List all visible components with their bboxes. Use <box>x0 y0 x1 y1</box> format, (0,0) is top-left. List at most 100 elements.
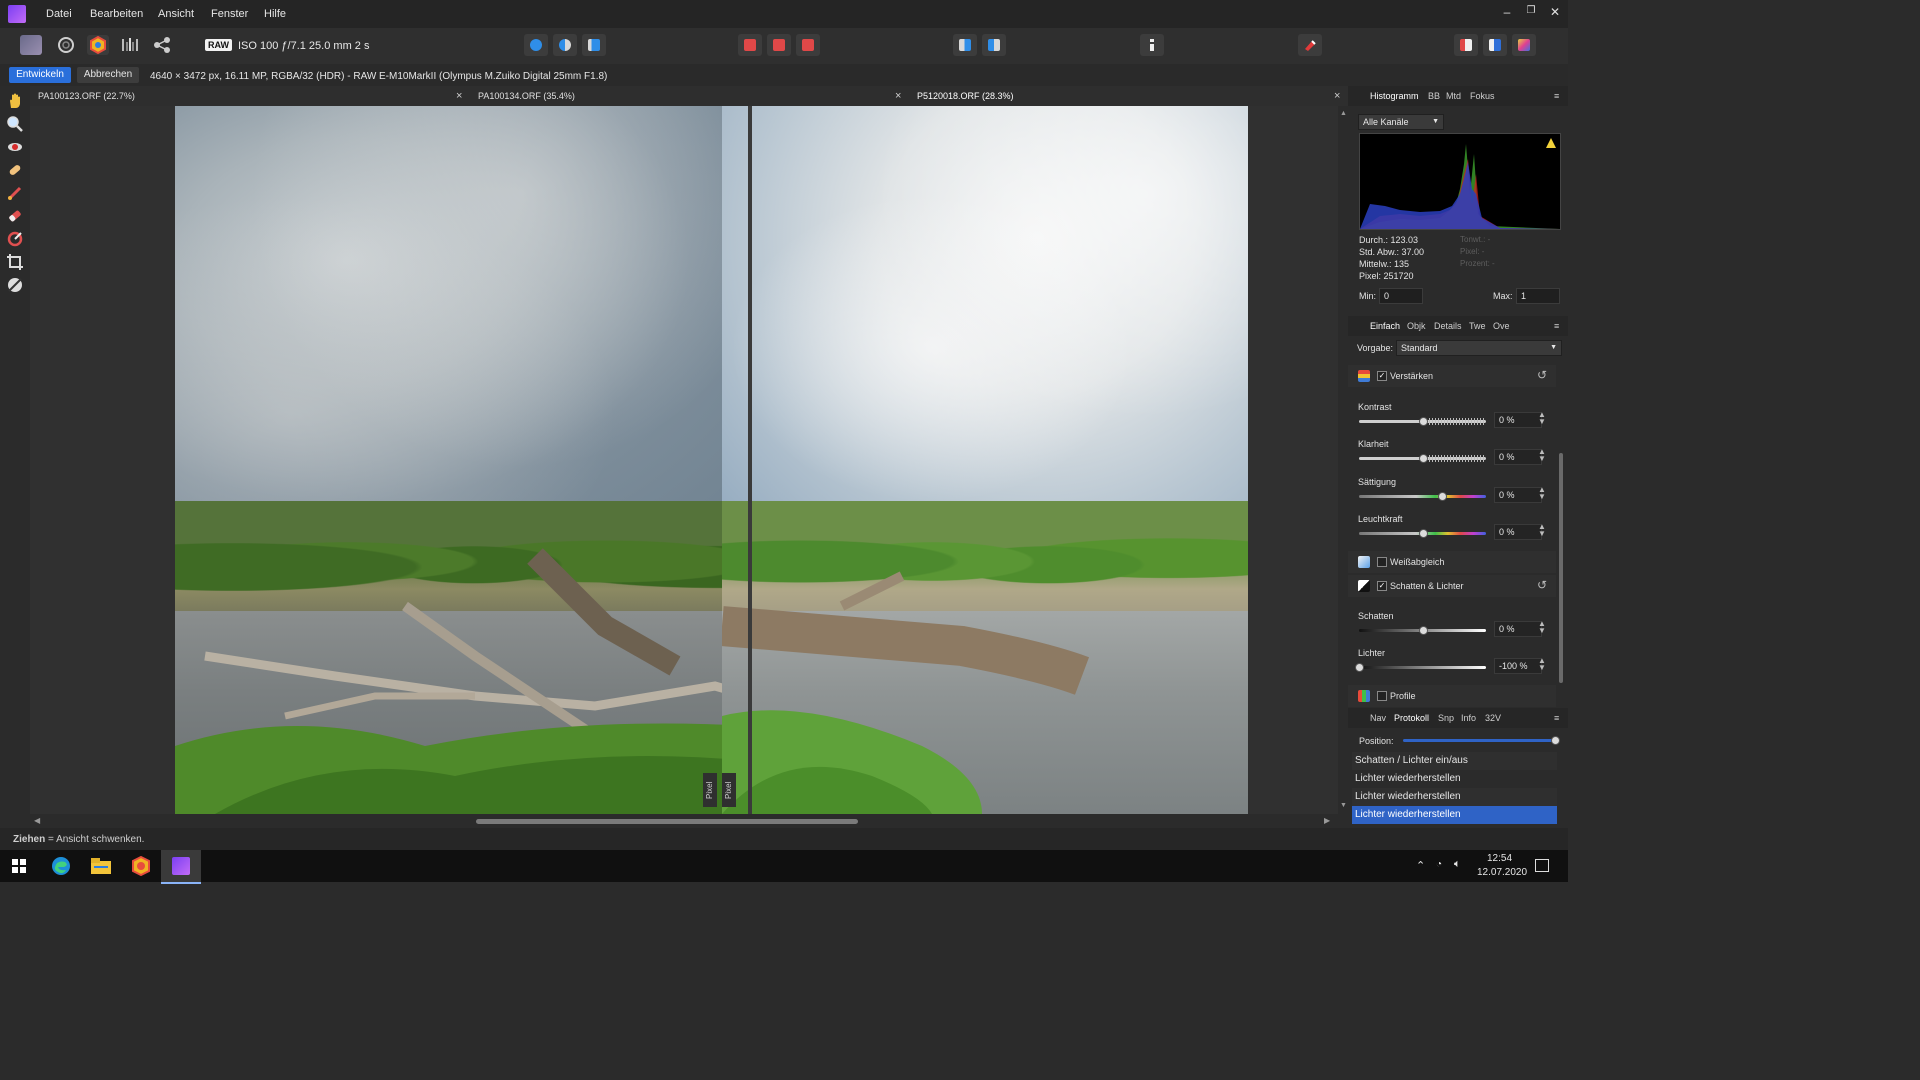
cancel-button[interactable]: Abbrechen <box>77 67 139 83</box>
panel-menu-icon[interactable]: ≡ <box>1554 321 1559 331</box>
clock-time[interactable]: 12:54 <box>1487 853 1512 864</box>
photo-before[interactable] <box>175 106 750 814</box>
photo-persona-icon[interactable] <box>20 35 42 55</box>
contrast-slider-knob[interactable] <box>1418 417 1428 426</box>
hand-tool-icon[interactable] <box>6 92 24 110</box>
affinity-photo-beta-taskbar-icon[interactable] <box>161 850 201 884</box>
shadows-value-input[interactable]: 0 % <box>1494 621 1542 637</box>
tab-protokoll[interactable]: Protokoll <box>1394 713 1429 723</box>
tab-details[interactable]: Details <box>1434 321 1462 331</box>
tab-objk[interactable]: Objk <box>1407 321 1426 331</box>
minimize-button[interactable]: – <box>1499 5 1515 19</box>
develop-scroll-thumb[interactable] <box>1559 453 1563 683</box>
preset-select[interactable]: Standard ▼ <box>1396 340 1562 356</box>
snap-button[interactable] <box>982 34 1006 56</box>
tab-ove[interactable]: Ove <box>1493 321 1510 331</box>
menu-fenster[interactable]: Fenster <box>211 8 248 20</box>
clock-date[interactable]: 12.07.2020 <box>1477 867 1527 878</box>
highlights-slider[interactable] <box>1355 663 1486 672</box>
reset-icon[interactable]: ↺ <box>1537 368 1547 382</box>
white-balance-checkbox[interactable] <box>1377 557 1387 567</box>
max-input[interactable]: 1 <box>1516 288 1560 304</box>
vertical-scrollbar[interactable]: ▲ ▼ <box>1338 106 1348 814</box>
tab-close-icon[interactable]: × <box>1334 86 1340 106</box>
panel-menu-icon[interactable]: ≡ <box>1554 91 1559 101</box>
section-shadows-highlights[interactable]: ✓ Schatten & Lichter ↺ <box>1348 575 1556 597</box>
position-slider-knob[interactable] <box>1551 736 1560 745</box>
clarity-stepper-icon[interactable]: ▲ ▼ <box>1538 448 1546 463</box>
horizontal-scrollbar[interactable]: ◀ ▶ <box>30 814 1338 828</box>
shadows-stepper-icon[interactable]: ▲ ▼ <box>1538 620 1546 635</box>
view-single-button[interactable] <box>524 34 548 56</box>
horizontal-scroll-thumb[interactable] <box>476 819 858 824</box>
view-mirror-button[interactable] <box>582 34 606 56</box>
tray-chevron-icon[interactable]: ⌃ <box>1416 859 1425 872</box>
file-explorer-icon[interactable] <box>81 850 121 882</box>
tab-pa100134[interactable]: PA100134.ORF (35.4%) <box>478 86 575 106</box>
tab-p5120018[interactable]: P5120018.ORF (28.3%) <box>917 86 1014 106</box>
vibrance-value-input[interactable]: 0 % <box>1494 524 1542 540</box>
scroll-down-icon[interactable]: ▼ <box>1340 802 1347 809</box>
network-icon[interactable]: ◔ <box>1436 859 1442 870</box>
affinity-photo-taskbar-icon[interactable] <box>121 850 161 882</box>
contrast-slider[interactable] <box>1359 417 1486 426</box>
tab-snp[interactable]: Snp <box>1438 713 1454 723</box>
channel-select[interactable]: Alle Kanäle ▼ <box>1358 114 1444 130</box>
windows-start-icon[interactable] <box>0 850 40 882</box>
shadows-slider[interactable] <box>1359 626 1486 635</box>
share-icon[interactable] <box>151 35 173 55</box>
tab-bb[interactable]: BB <box>1428 91 1440 101</box>
white-balance-tool-icon[interactable] <box>6 276 24 294</box>
tab-histogram[interactable]: Histogramm <box>1370 91 1419 101</box>
enhance-checkbox[interactable]: ✓ <box>1377 371 1387 381</box>
history-entry[interactable]: Lichter wiederherstellen <box>1352 770 1557 788</box>
photo-after[interactable] <box>722 106 1248 814</box>
snapping-magnet-icon[interactable] <box>1298 34 1322 56</box>
red-eye-tool-icon[interactable] <box>6 138 24 156</box>
notification-icon[interactable] <box>1535 859 1549 872</box>
section-white-balance[interactable]: Weißabgleich <box>1348 551 1556 573</box>
scroll-right-icon[interactable]: ▶ <box>1324 816 1330 825</box>
liquify-persona-icon[interactable] <box>55 35 77 55</box>
history-entry[interactable]: Lichter wiederherstellen <box>1352 788 1557 806</box>
tone-mapping-persona-icon[interactable] <box>119 35 141 55</box>
clip-highlights-button[interactable] <box>767 34 791 56</box>
panel-menu-icon[interactable]: ≡ <box>1554 713 1559 723</box>
saturation-stepper-icon[interactable]: ▲ ▼ <box>1538 486 1546 501</box>
tab-info[interactable]: Info <box>1461 713 1476 723</box>
tab-fokus[interactable]: Fokus <box>1470 91 1495 101</box>
history-entry[interactable]: Schatten / Lichter ein/aus <box>1352 752 1557 770</box>
menu-datei[interactable]: Datei <box>46 8 72 20</box>
develop-scrollbar[interactable] <box>1558 363 1564 695</box>
crop-tool-icon[interactable] <box>6 253 24 271</box>
menu-ansicht[interactable]: Ansicht <box>158 8 194 20</box>
tab-twe[interactable]: Twe <box>1469 321 1486 331</box>
highlights-stepper-icon[interactable]: ▲ ▼ <box>1538 657 1546 672</box>
tab-einfach[interactable]: Einfach <box>1370 321 1400 331</box>
clarity-value-input[interactable]: 0 % <box>1494 449 1542 465</box>
history-entry[interactable]: Lichter wiederherstellen <box>1352 806 1557 824</box>
edge-browser-icon[interactable] <box>41 850 81 882</box>
tab-nav[interactable]: Nav <box>1370 713 1386 723</box>
clip-tones-button[interactable] <box>796 34 820 56</box>
overlay-erase-tool-icon[interactable] <box>6 207 24 225</box>
restore-button[interactable]: ❐ <box>1523 5 1539 16</box>
develop-persona-icon[interactable] <box>87 35 109 55</box>
saturation-slider[interactable] <box>1359 492 1486 501</box>
canvas[interactable]: Pixel Pixel <box>30 106 1338 814</box>
clarity-slider-knob[interactable] <box>1418 454 1428 463</box>
split-divider[interactable] <box>748 106 752 814</box>
clip-shadows-button[interactable] <box>738 34 762 56</box>
menu-hilfe[interactable]: Hilfe <box>264 8 286 20</box>
contrast-stepper-icon[interactable]: ▲ ▼ <box>1538 411 1546 426</box>
tab-32v[interactable]: 32V <box>1485 713 1501 723</box>
vibrance-slider[interactable] <box>1359 529 1486 538</box>
tab-pa100123[interactable]: PA100123.ORF (22.7%) <box>38 86 135 106</box>
volume-icon[interactable]: 🔈︎ <box>1454 858 1461 871</box>
tab-close-icon[interactable]: × <box>895 86 901 106</box>
saturation-value-input[interactable]: 0 % <box>1494 487 1542 503</box>
tab-close-icon[interactable]: × <box>456 86 462 106</box>
studio-left-button[interactable] <box>1454 34 1478 56</box>
develop-button[interactable]: Entwickeln <box>9 67 71 83</box>
clarity-slider[interactable] <box>1359 454 1486 463</box>
